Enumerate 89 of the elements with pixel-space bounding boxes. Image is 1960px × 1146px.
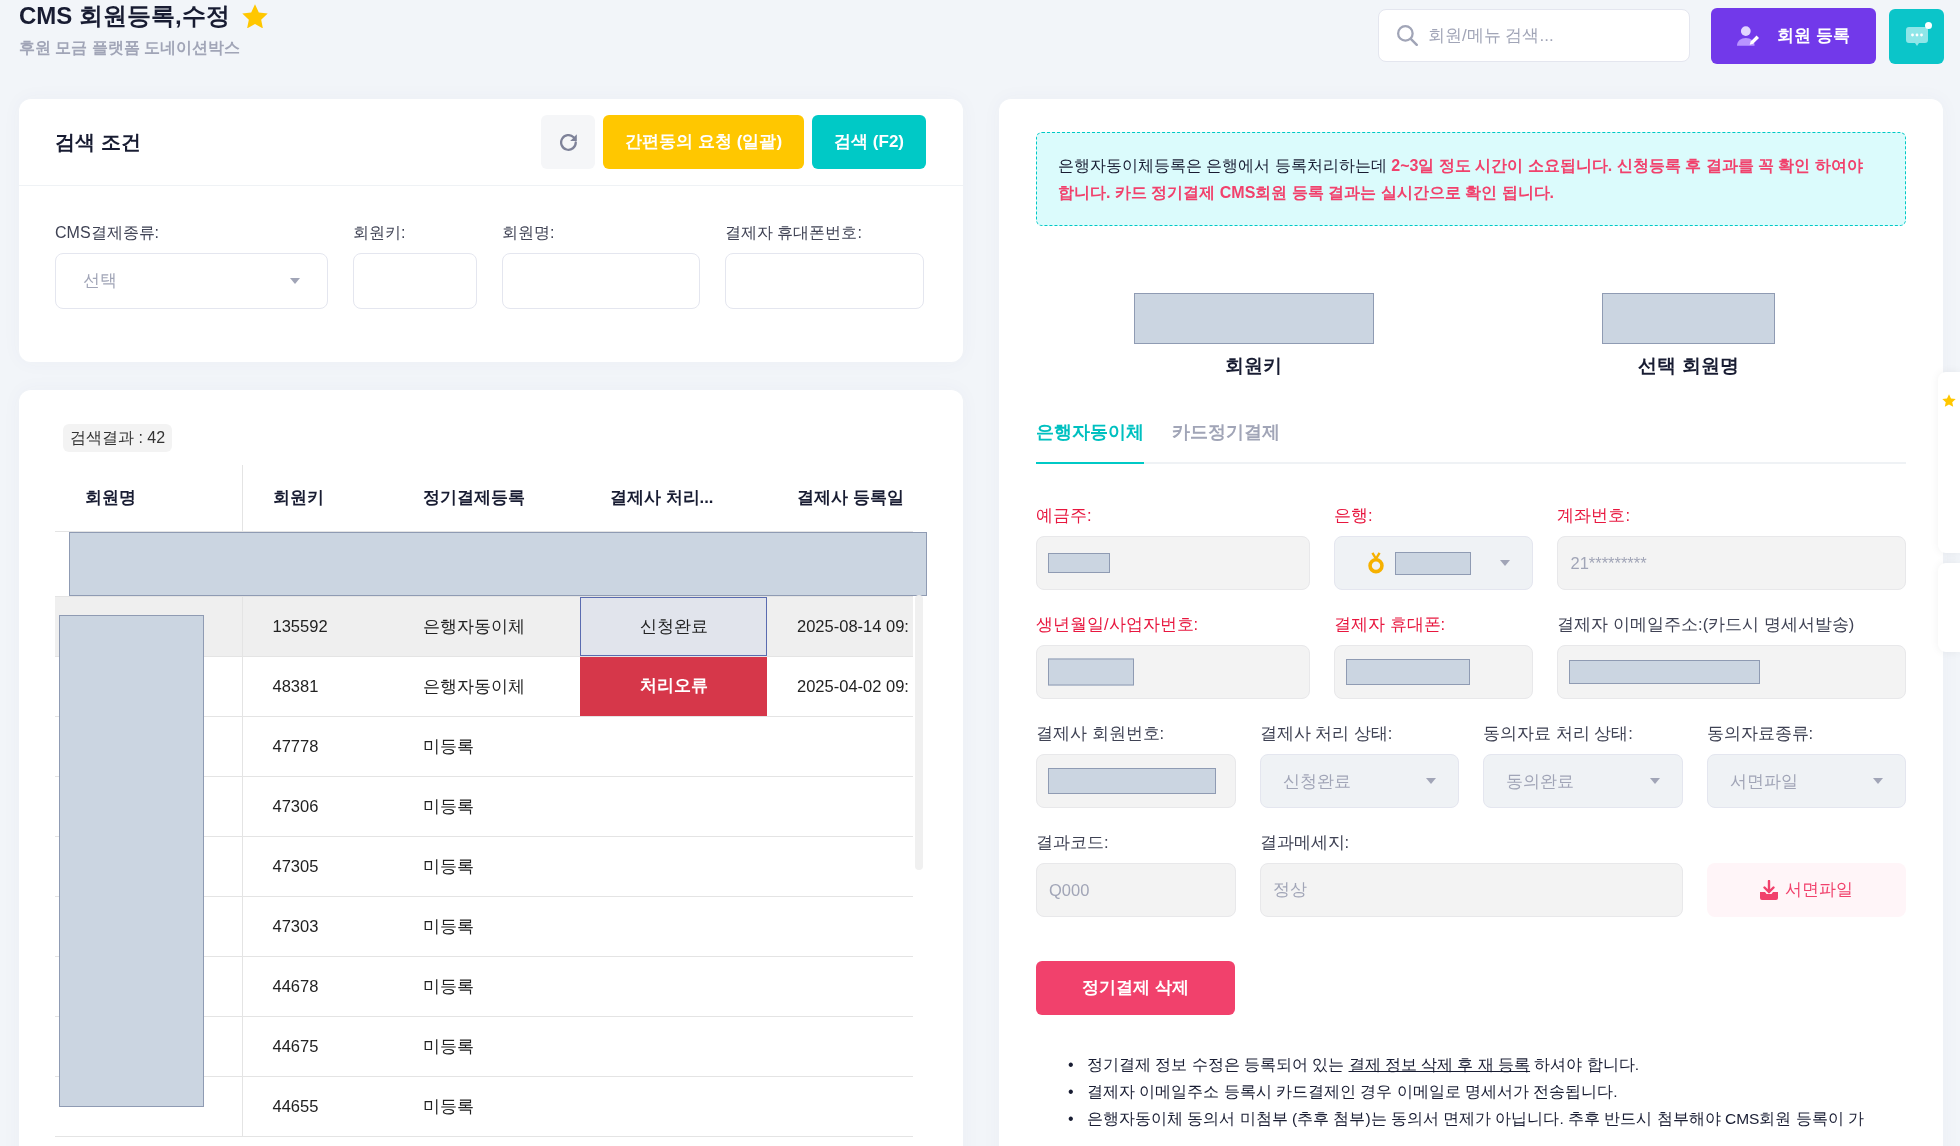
input-field[interactable] xyxy=(353,253,477,309)
refresh-icon xyxy=(559,133,577,151)
field-label: 결제사 처리 상태: xyxy=(1259,723,1394,744)
summary-label: 회원키 xyxy=(1225,354,1282,378)
input-field[interactable]: 정상 xyxy=(1259,863,1683,917)
status-cell: 처리오류 xyxy=(580,656,767,716)
field-label: 생년월일/사업자번호: xyxy=(1036,614,1200,635)
field-label: 회원키: xyxy=(353,223,407,243)
status-cell: 신청완료 xyxy=(580,596,767,656)
field-label: 계좌번호: xyxy=(1557,505,1632,526)
chat-button[interactable] xyxy=(1889,9,1944,64)
search-button[interactable]: 검색 (F2) xyxy=(812,115,926,169)
star-icon xyxy=(1942,394,1956,407)
page-subtitle: 후원 모금 플랫폼 도네이션박스 xyxy=(19,38,242,58)
table-cell: 44655 xyxy=(242,1076,393,1136)
table-cell: 2025-04-02 09: xyxy=(767,656,913,716)
field-label: 결과메세지: xyxy=(1259,832,1351,853)
field-label: 동의자료종류: xyxy=(1706,723,1815,744)
table-cell: 47778 xyxy=(242,716,393,776)
user-edit-icon xyxy=(1737,26,1760,46)
column-header: 회원명 xyxy=(55,465,242,531)
table-cell: 미등록 xyxy=(393,776,580,836)
table-cell: 47303 xyxy=(242,896,393,956)
list-bullet: • xyxy=(1068,1055,1075,1075)
result-count: 검색결과 : 42 xyxy=(63,424,173,452)
table-cell: 47306 xyxy=(242,776,393,836)
summary-label: 선택 회원명 xyxy=(1638,354,1739,378)
panel-title: 검색 조건 xyxy=(55,130,141,154)
list-bullet: • xyxy=(1068,1109,1075,1129)
caret-icon xyxy=(1649,778,1660,784)
field-label: 결제자 휴대폰: xyxy=(1334,614,1447,635)
tab[interactable]: 카드정기결제 xyxy=(1172,420,1280,464)
table-cell: 48381 xyxy=(242,656,393,716)
medal-icon xyxy=(1368,552,1384,574)
search-field[interactable]: 회원/메뉴 검색... xyxy=(1378,9,1690,62)
refresh-button[interactable] xyxy=(541,115,596,169)
table-cell: 47305 xyxy=(242,836,393,896)
select-field[interactable]: 동의완료 xyxy=(1483,754,1683,808)
register-button[interactable]: 회원 등록 xyxy=(1711,8,1876,64)
table-cell: 미등록 xyxy=(393,1016,580,1076)
field-label: 결제자 휴대폰번호: xyxy=(725,223,863,243)
caret-icon xyxy=(1873,778,1883,784)
select-field[interactable]: 서면파일 xyxy=(1706,754,1906,808)
field-label: 은행: xyxy=(1334,505,1374,526)
table-cell: 2025-08-14 09: xyxy=(767,596,913,656)
input-field[interactable]: Q000 xyxy=(1036,863,1236,917)
select-field[interactable] xyxy=(1334,536,1534,590)
table-cell: 미등록 xyxy=(393,836,580,896)
list-bullet: • xyxy=(1068,1082,1075,1102)
table-cell: 미등록 xyxy=(393,1076,580,1136)
delete-button[interactable]: 정기결제 삭제 xyxy=(1036,961,1235,1015)
scrollbar-thumb[interactable] xyxy=(915,595,923,870)
select-field[interactable]: 신청완료 xyxy=(1259,754,1459,808)
page-title: CMS 회원등록,수정 xyxy=(19,1,230,31)
input-field[interactable] xyxy=(725,253,924,309)
caret-icon xyxy=(1500,560,1511,566)
notice-banner: 은행자동이체등록은 은행에서 등록처리하는데 2~3일 정도 시간이 소요됩니다. 신청등록 후 결과를 꼭 확인 하여야 합니다. 카드 정기결제 CMS회원 등록 결과는 실시간으로 확인 됩니다. xyxy=(1036,132,1906,226)
table-cell: 44678 xyxy=(242,956,393,1016)
side-tab[interactable] xyxy=(1938,372,1960,553)
input-field[interactable] xyxy=(502,253,700,309)
note-text: 정기결제 정보 수정은 등록되어 있는 결제 정보 삭제 후 재 등록 하셔야 합니다. xyxy=(1087,1055,1639,1075)
caret-icon xyxy=(290,278,300,284)
table-cell: 미등록 xyxy=(393,956,580,1016)
field-label: 동의자료 처리 상태: xyxy=(1483,723,1634,744)
field-label: 결제자 이메일주소:(카드시 명세서발송) xyxy=(1557,614,1856,635)
note-text: 결제자 이메일주소 등록시 카드결제인 경우 이메일로 명세서가 전송됩니다. xyxy=(1087,1082,1618,1102)
field-label: 결과코드: xyxy=(1036,832,1110,853)
note-text: 은행자동이체 동의서 미첨부 (추후 첨부)는 동의서 면제가 아닙니다. 추후 반드시 첨부해야 CMS회원 등록이 가 xyxy=(1087,1109,1865,1129)
field-label: 예금주: xyxy=(1036,505,1093,526)
column-header: 회원키 xyxy=(242,465,393,531)
column-header: 결제사 처리... xyxy=(580,465,767,531)
download-icon xyxy=(1759,880,1780,900)
search-icon xyxy=(1397,25,1418,46)
select-field[interactable]: 선택 xyxy=(55,253,328,309)
table-cell: 미등록 xyxy=(393,716,580,776)
column-header: 결제사 등록일 xyxy=(767,465,913,531)
field-label: 결제사 회원번호: xyxy=(1036,723,1166,744)
input-field[interactable] xyxy=(1036,536,1310,590)
input-field[interactable]: 21********* xyxy=(1557,536,1906,590)
table-cell: 미등록 xyxy=(393,896,580,956)
column-header: 정기결제등록 xyxy=(393,465,580,531)
chat-icon xyxy=(1905,27,1928,46)
field-label: 회원명: xyxy=(502,223,556,243)
download-button[interactable]: 서면파일 xyxy=(1706,863,1906,917)
caret-icon xyxy=(1426,778,1436,784)
tab[interactable]: 은행자동이체 xyxy=(1036,420,1144,464)
table-cell: 44675 xyxy=(242,1016,393,1076)
field-label: CMS결제종류: xyxy=(55,223,160,243)
table-cell: 135592 xyxy=(242,596,393,656)
